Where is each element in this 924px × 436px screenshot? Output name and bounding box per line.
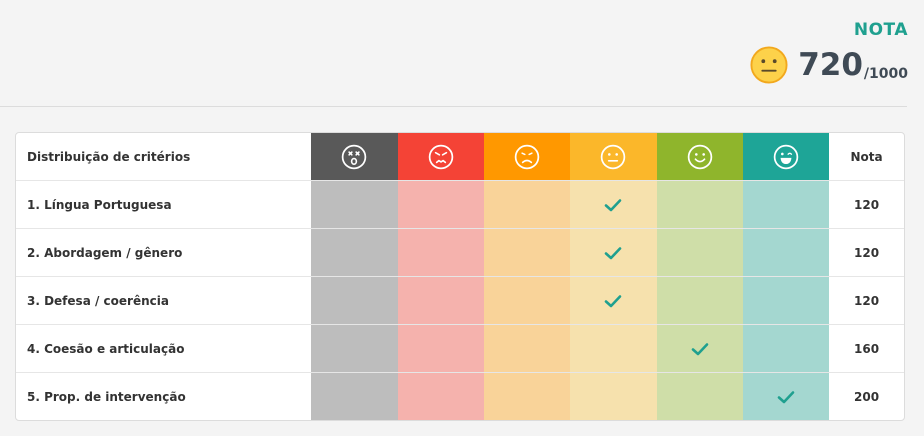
level-cell — [483, 277, 571, 324]
checkmark-icon — [605, 198, 622, 211]
level-cell — [311, 229, 398, 276]
neutral-face-icon — [601, 144, 626, 169]
level-cell — [742, 277, 830, 324]
level-cell — [570, 325, 657, 372]
level-cell — [656, 373, 743, 420]
criteria-label: 1. Língua Portuguesa — [27, 197, 172, 212]
criteria-label: 2. Abordagem / gênero — [27, 245, 183, 260]
nota-header: Nota — [850, 149, 883, 164]
sad-face-icon — [514, 144, 540, 169]
level-cell — [483, 229, 571, 276]
level-header-0 — [311, 133, 398, 180]
level-cell — [742, 181, 830, 228]
checkmark-icon — [777, 390, 795, 403]
checkmark-icon — [605, 246, 622, 259]
criteria-label: 4. Coesão e articulação — [27, 341, 185, 356]
level-cell — [397, 277, 484, 324]
level-header-3 — [570, 133, 657, 180]
table-row: 1. Língua Portuguesa 120 — [16, 181, 904, 229]
score-label: NOTA — [853, 20, 908, 40]
level-cell — [570, 277, 657, 324]
level-cell — [397, 325, 484, 372]
level-header-5 — [742, 133, 830, 180]
level-cell — [483, 325, 571, 372]
table-row: 5. Prop. de intervenção 200 — [16, 373, 904, 420]
score-max: /1000 — [863, 66, 908, 82]
level-cell — [397, 181, 484, 228]
smile-face-icon — [687, 144, 712, 169]
criteria-nota: 120 — [854, 245, 880, 260]
table-row: 2. Abordagem / gênero 120 — [16, 229, 904, 277]
level-cell — [483, 373, 571, 420]
level-cell — [742, 373, 830, 420]
level-cell — [483, 181, 571, 228]
divider — [0, 106, 907, 107]
level-header-2 — [483, 133, 571, 180]
level-cell — [656, 229, 743, 276]
criteria-label: 3. Defesa / coerência — [27, 293, 169, 308]
criteria-nota: 160 — [854, 341, 880, 356]
level-cell — [656, 277, 743, 324]
level-header-4 — [656, 133, 743, 180]
level-cell — [570, 181, 657, 228]
table-header-row: Distribuição de critérios Nota — [16, 133, 904, 181]
level-header-1 — [397, 133, 484, 180]
level-cell — [311, 373, 398, 420]
criteria-nota: 120 — [854, 197, 880, 212]
checkmark-icon — [691, 342, 708, 355]
table-row: 4. Coesão e articulação 160 — [16, 325, 904, 373]
table-row: 3. Defesa / coerência 120 — [16, 277, 904, 325]
level-cell — [397, 229, 484, 276]
level-cell — [742, 325, 830, 372]
level-cell — [656, 181, 743, 228]
score-summary: NOTA 720 /1000 — [708, 20, 908, 84]
score-row: 720 /1000 — [708, 46, 908, 84]
level-cell — [656, 325, 743, 372]
level-cell — [311, 181, 398, 228]
level-cell — [742, 229, 830, 276]
level-cell — [311, 277, 398, 324]
level-cell — [397, 373, 484, 420]
score-value: 720 — [798, 46, 863, 83]
checkmark-icon — [605, 294, 622, 307]
laugh-face-icon — [773, 144, 799, 169]
level-cell — [570, 373, 657, 420]
criteria-nota: 200 — [854, 389, 880, 404]
neutral-face-icon — [750, 46, 788, 84]
criteria-nota: 120 — [854, 293, 880, 308]
criteria-label: 5. Prop. de intervenção — [27, 389, 186, 404]
level-cell — [570, 229, 657, 276]
angry-face-icon — [428, 144, 454, 169]
criteria-table: Distribuição de critérios Nota 1. Língua… — [15, 132, 905, 421]
dead-face-icon — [342, 144, 367, 169]
criteria-header-label: Distribuição de critérios — [27, 149, 191, 164]
level-cell — [311, 325, 398, 372]
